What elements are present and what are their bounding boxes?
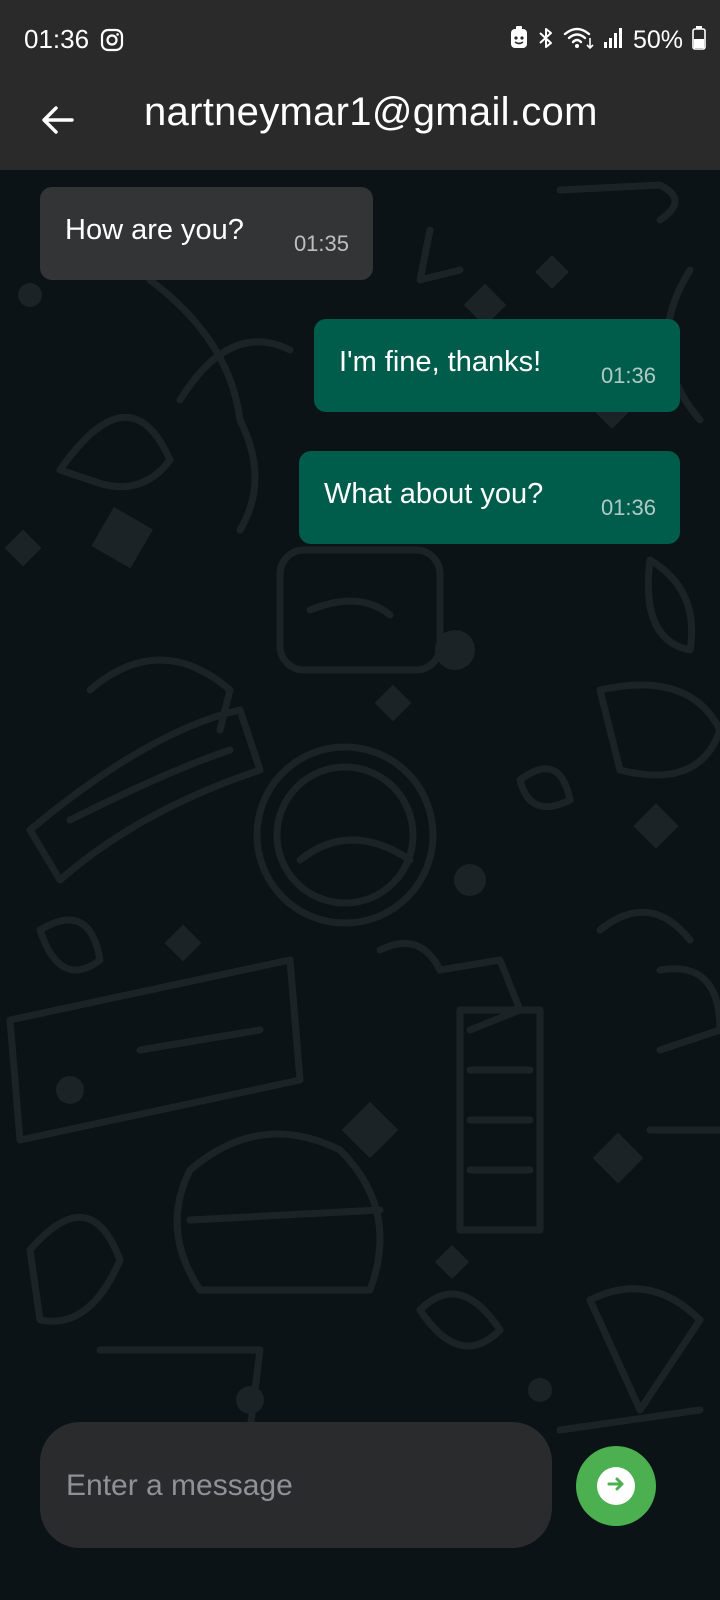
message-bubble-outgoing[interactable]: What about you? 01:36	[299, 451, 680, 544]
instagram-icon	[100, 28, 124, 57]
message-time: 01:36	[600, 495, 656, 520]
message-composer	[40, 1422, 552, 1548]
arrow-right-icon	[606, 1474, 626, 1499]
message-time: 01:35	[293, 231, 349, 256]
battery-percent: 50%	[632, 25, 683, 54]
send-button[interactable]	[576, 1446, 656, 1526]
app-bar: nartneymar1@gmail.com	[0, 84, 720, 170]
signal-icon	[603, 27, 624, 54]
message-time: 01:36	[600, 363, 656, 388]
send-button-inner	[597, 1467, 635, 1505]
back-button[interactable]	[32, 96, 84, 148]
bluetooth-icon	[538, 26, 554, 55]
wifi-icon	[563, 26, 595, 55]
message-text: How are you?	[65, 214, 244, 246]
message-bubble-outgoing[interactable]: I'm fine, thanks! 01:36	[314, 319, 680, 412]
message-text: What about you?	[324, 478, 544, 510]
status-bar: 01:36 50%	[0, 0, 720, 84]
message-text: I'm fine, thanks!	[339, 346, 542, 378]
chat-area[interactable]: How are you? 01:35 I'm fine, thanks! 01:…	[0, 170, 720, 1600]
message-bubble-incoming[interactable]: How are you? 01:35	[40, 187, 373, 280]
android-icon	[509, 25, 529, 55]
chat-title: nartneymar1@gmail.com	[144, 90, 598, 134]
arrow-left-icon	[40, 102, 76, 143]
status-icons: 50%	[509, 22, 706, 58]
message-input[interactable]	[64, 1460, 528, 1512]
status-time: 01:36	[24, 24, 90, 54]
battery-icon	[692, 25, 706, 55]
